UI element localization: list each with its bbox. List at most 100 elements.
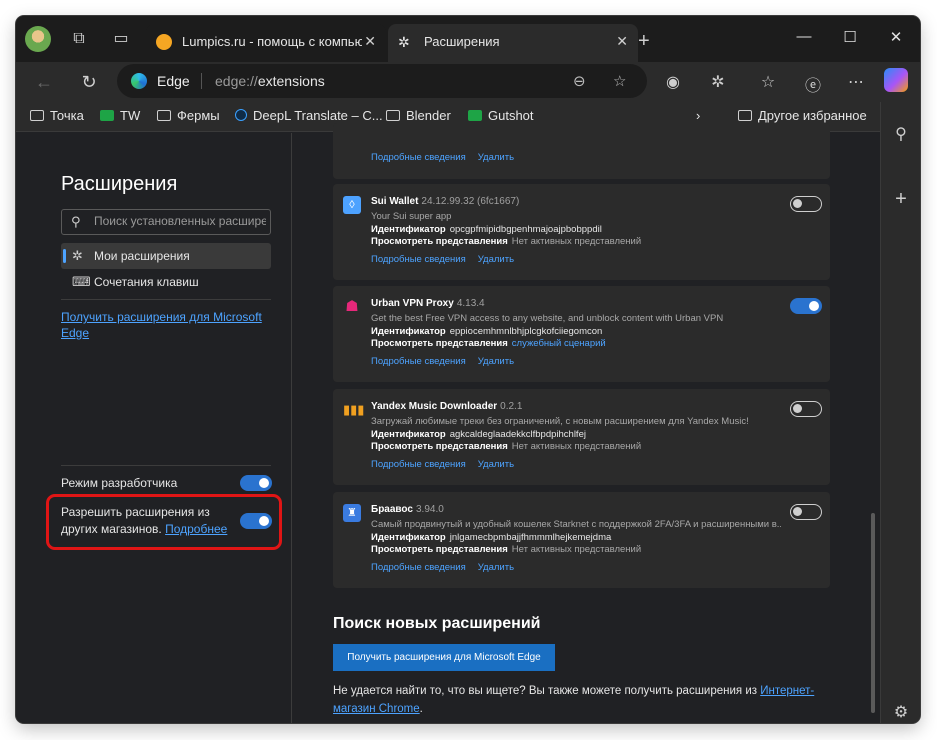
ie-mode-icon[interactable]: ⓔ: [802, 72, 824, 96]
service-worker-link[interactable]: служебный сценарий: [512, 338, 606, 349]
nav-item-my-extensions[interactable]: ✲ Мои расширения: [61, 243, 271, 269]
favorite-star-icon[interactable]: ☆: [613, 72, 626, 90]
details-link[interactable]: Подробные сведения: [371, 152, 466, 163]
bookmark-item[interactable]: Blender: [386, 108, 451, 123]
get-extensions-button[interactable]: Получить расширения для Microsoft Edge: [333, 644, 555, 671]
details-link[interactable]: Подробные сведения: [371, 459, 466, 470]
hint-end: .: [419, 703, 423, 715]
store-link[interactable]: Получить расширения для Microsoft Edge: [61, 309, 271, 341]
extension-toggle[interactable]: [790, 196, 822, 212]
chevron-right-icon[interactable]: ›: [696, 108, 700, 123]
bookmark-item[interactable]: TW: [100, 108, 140, 123]
extension-card-urban-vpn: ☗ Urban VPN Proxy 4.13.4 Get the best Fre…: [333, 286, 830, 382]
tab-lumpics[interactable]: Lumpics.ru - помощь с компьюте ✕: [146, 24, 386, 62]
views-value: Нет активных представлений: [511, 441, 642, 452]
details-link[interactable]: Подробные сведения: [371, 254, 466, 265]
sidebar-panel: ⚲ + ⚙: [880, 102, 920, 723]
extension-avatar-icon[interactable]: ◉: [662, 72, 684, 92]
url-path: extensions: [257, 73, 325, 89]
details-link[interactable]: Подробные сведения: [371, 562, 466, 573]
tab-extensions[interactable]: ✲ Расширения ✕: [388, 24, 638, 62]
vertical-tabs-icon[interactable]: ▭: [111, 29, 131, 49]
bookmark-item[interactable]: Точка: [30, 108, 84, 123]
views-label: Просмотреть представления: [371, 544, 508, 555]
extension-name-text: Sui Wallet: [371, 196, 419, 207]
remove-link[interactable]: Удалить: [478, 254, 514, 265]
extension-card: Подробные сведения Удалить: [333, 123, 830, 179]
sui-wallet-icon: ◊: [343, 196, 361, 214]
developer-mode-toggle[interactable]: [240, 475, 272, 491]
search-input[interactable]: [94, 214, 266, 228]
address-bar[interactable]: Edge edge://extensions ⊖ ☆: [117, 64, 647, 98]
find-more-title: Поиск новых расширений: [333, 615, 541, 632]
bookmark-label: Другое избранное: [758, 108, 867, 123]
bookmark-label: Blender: [406, 108, 451, 123]
puzzle-icon: ✲: [398, 34, 410, 50]
hint-text: Не удается найти то, что вы ищете? Вы та…: [333, 685, 758, 697]
folder-icon: [738, 110, 752, 121]
id-label: Идентификатор: [371, 326, 446, 337]
profile-avatar[interactable]: [25, 26, 51, 52]
details-link[interactable]: Подробные сведения: [371, 356, 466, 367]
views-label: Просмотреть представления: [371, 338, 508, 349]
remove-link[interactable]: Удалить: [478, 459, 514, 470]
close-window-button[interactable]: ✕: [886, 28, 906, 46]
remove-link[interactable]: Удалить: [478, 356, 514, 367]
extension-toggle[interactable]: [790, 504, 822, 520]
extension-description: Загружай любимые треки без ограничений, …: [371, 416, 749, 427]
title-bar: ⧉ ▭ Lumpics.ru - помощь с компьюте ✕ ✲ Р…: [16, 16, 920, 62]
extension-version: 3.94.0: [415, 504, 444, 515]
back-button[interactable]: ←: [31, 69, 57, 95]
bookmark-item[interactable]: DeepL Translate – C...: [235, 108, 383, 123]
deepl-icon: [235, 109, 247, 121]
bookmark-item[interactable]: Фермы: [157, 108, 220, 123]
search-field[interactable]: ⚲: [61, 209, 271, 235]
search-icon[interactable]: ⚲: [891, 124, 911, 144]
add-icon[interactable]: +: [891, 188, 911, 211]
maximize-button[interactable]: ☐: [840, 28, 860, 46]
store-link-text[interactable]: Получить расширения для Microsoft Edge: [61, 310, 262, 340]
folder-icon: [157, 110, 171, 121]
bookmark-item[interactable]: Gutshot: [468, 108, 534, 123]
active-indicator: [63, 249, 66, 263]
extension-toggle[interactable]: [790, 401, 822, 417]
refresh-button[interactable]: ↻: [76, 69, 102, 95]
other-favorites[interactable]: Другое избранное: [738, 108, 867, 123]
new-tab-button[interactable]: +: [638, 30, 650, 53]
extension-name-text: Urban VPN Proxy: [371, 298, 454, 309]
copilot-icon[interactable]: [884, 68, 908, 92]
toggle-knob: [793, 199, 802, 208]
url-text[interactable]: edge://extensions: [215, 73, 325, 89]
scrollbar[interactable]: [871, 513, 875, 713]
omnibox-separator: [201, 73, 202, 89]
extension-toggle[interactable]: [790, 298, 822, 314]
extensions-icon[interactable]: ✲: [707, 72, 729, 92]
extension-name-text: Yandex Music Downloader: [371, 401, 498, 412]
sound-wave-icon: ▮▮▮: [343, 402, 365, 417]
extension-views: Просмотреть представления Нет активных пр…: [371, 441, 641, 452]
green-cross-icon: [100, 110, 114, 121]
id-value: jnlgamecbpmbajjfhmmmlhejkemejdma: [449, 532, 612, 543]
tab-title: Расширения: [424, 34, 500, 49]
card-links: Подробные сведения Удалить: [371, 562, 526, 573]
close-icon[interactable]: ✕: [364, 33, 376, 50]
views-value: Нет активных представлений: [511, 544, 642, 555]
more-options-icon[interactable]: ⋯: [845, 72, 867, 92]
favorites-icon[interactable]: ☆: [757, 72, 779, 92]
gear-icon[interactable]: ⚙: [891, 702, 911, 722]
close-icon[interactable]: ✕: [616, 33, 628, 50]
workspaces-icon[interactable]: ⧉: [69, 29, 89, 49]
zoom-icon[interactable]: ⊖: [573, 72, 586, 90]
remove-link[interactable]: Удалить: [478, 152, 514, 163]
find-more-hint: Не удается найти то, что вы ищете? Вы та…: [333, 682, 833, 718]
nav-item-label: Сочетания клавиш: [94, 275, 199, 289]
bookmark-label: Gutshot: [488, 108, 534, 123]
remove-link[interactable]: Удалить: [478, 562, 514, 573]
extension-description: Your Sui super app: [371, 211, 452, 222]
extension-views: Просмотреть представления служебный сцена…: [371, 338, 606, 349]
extension-card-sui-wallet: ◊ Sui Wallet 24.12.99.32 (6fc1667) Your S…: [333, 184, 830, 280]
edge-logo-icon: [131, 73, 147, 89]
nav-item-shortcuts[interactable]: ⌨ Сочетания клавиш: [61, 269, 271, 295]
extension-id: Идентификатор opcgpfmipidbgpenhmajoajpbob…: [371, 224, 602, 235]
minimize-button[interactable]: —: [794, 28, 814, 45]
